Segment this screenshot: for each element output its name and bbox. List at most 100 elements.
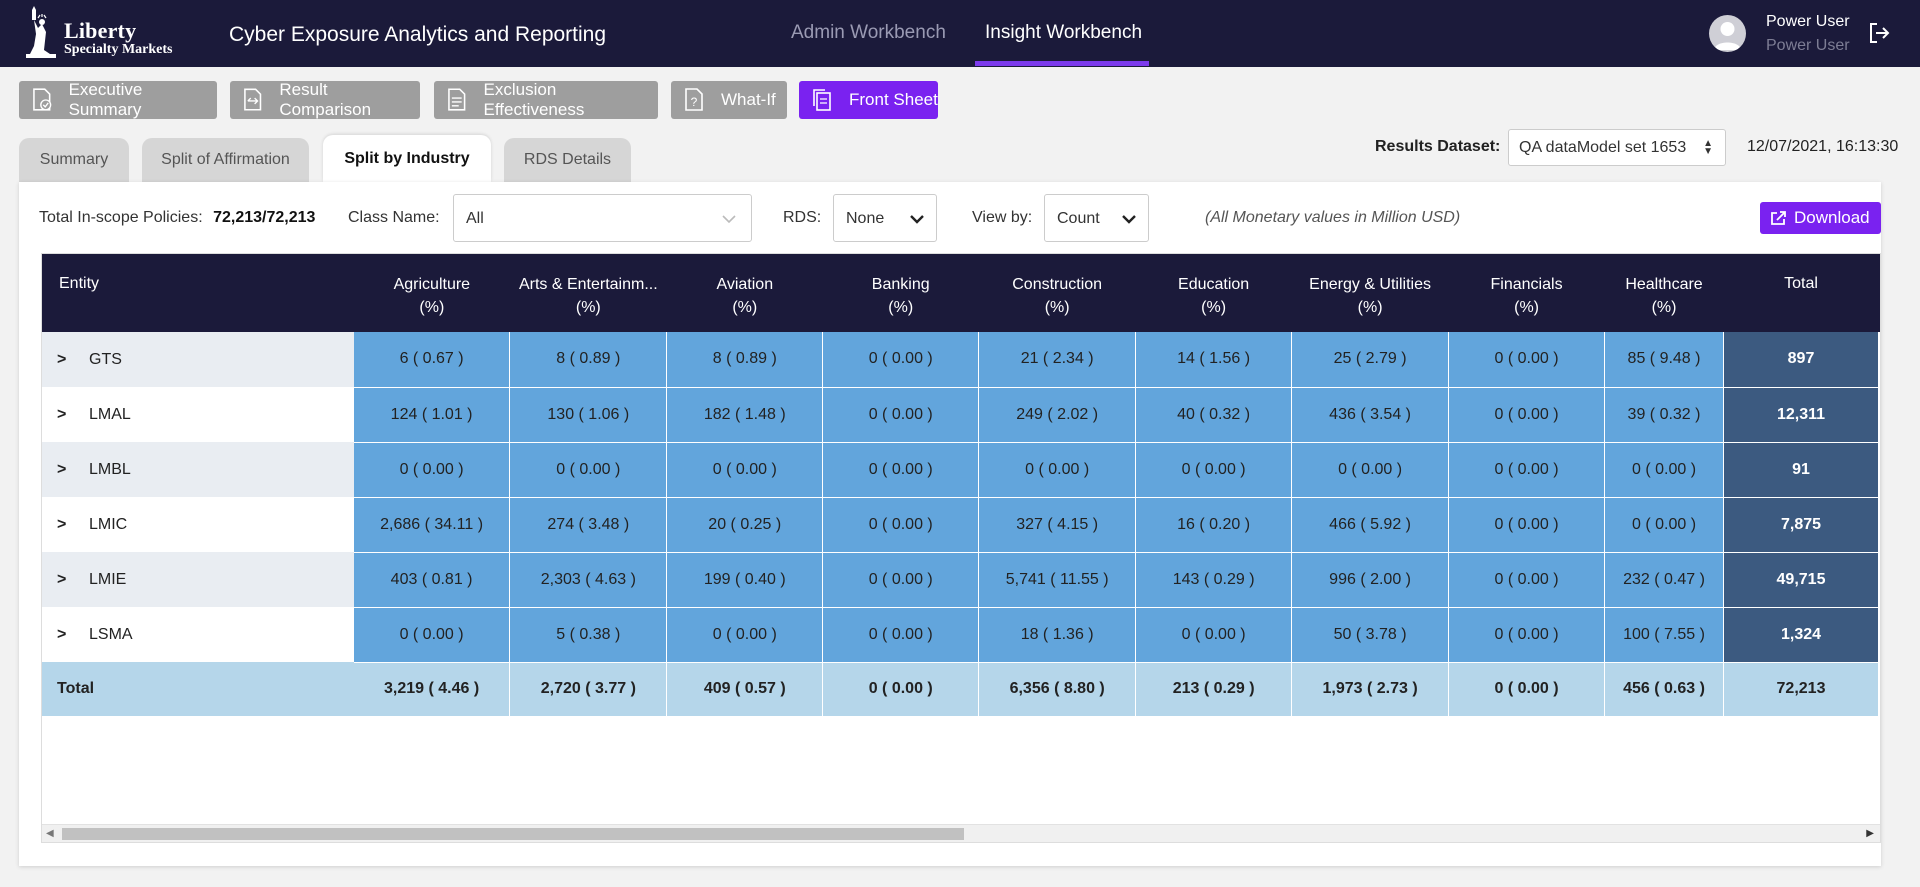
entity-cell[interactable]: > LMBL [42, 442, 354, 497]
view-by-select[interactable]: Count [1044, 194, 1149, 242]
what-if-button[interactable]: ? What-If [671, 81, 787, 119]
chevron-right-icon[interactable]: > [57, 626, 89, 644]
column-header[interactable]: Aviation (%) [666, 254, 823, 332]
logout-icon[interactable] [1868, 22, 1890, 44]
industry-value-cell[interactable]: 0 ( 0.00 ) [353, 607, 511, 663]
industry-value-cell[interactable]: 0 ( 0.00 ) [1135, 607, 1293, 663]
total-row-cell[interactable]: 0 ( 0.00 ) [822, 662, 980, 716]
column-header-total[interactable]: Total [1723, 254, 1879, 332]
result-comparison-button[interactable]: Result Comparison [230, 80, 420, 119]
row-total-cell[interactable]: 91 [1723, 442, 1879, 498]
entity-cell[interactable]: > LMIC [42, 497, 354, 552]
total-row-cell[interactable]: 0 ( 0.00 ) [1448, 662, 1606, 716]
industry-value-cell[interactable]: 2,686 ( 34.11 ) [353, 497, 511, 553]
row-total-cell[interactable]: 12,311 [1723, 387, 1879, 443]
industry-value-cell[interactable]: 0 ( 0.00 ) [666, 442, 824, 498]
column-header[interactable]: Healthcare (%) [1604, 254, 1724, 332]
industry-value-cell[interactable]: 0 ( 0.00 ) [1448, 607, 1606, 663]
industry-value-cell[interactable]: 14 ( 1.56 ) [1135, 332, 1293, 388]
entity-cell[interactable]: > LMIE [42, 552, 354, 607]
chevron-right-icon[interactable]: > [57, 406, 89, 424]
industry-value-cell[interactable]: 0 ( 0.00 ) [978, 442, 1137, 498]
total-row-cell[interactable]: 6,356 ( 8.80 ) [978, 662, 1137, 716]
industry-value-cell[interactable]: 8 ( 0.89 ) [666, 332, 824, 388]
industry-value-cell[interactable]: 232 ( 0.47 ) [1604, 552, 1724, 608]
industry-value-cell[interactable]: 249 ( 2.02 ) [978, 387, 1137, 443]
industry-value-cell[interactable]: 0 ( 0.00 ) [1448, 442, 1606, 498]
tab-rds-details[interactable]: RDS Details [504, 138, 631, 182]
industry-value-cell[interactable]: 403 ( 0.81 ) [353, 552, 511, 608]
industry-value-cell[interactable]: 39 ( 0.32 ) [1604, 387, 1724, 443]
total-row-cell[interactable]: 2,720 ( 3.77 ) [509, 662, 668, 716]
class-name-select[interactable]: All [453, 194, 752, 242]
industry-value-cell[interactable]: 6 ( 0.67 ) [353, 332, 511, 388]
row-total-cell[interactable]: 7,875 [1723, 497, 1879, 553]
industry-value-cell[interactable]: 0 ( 0.00 ) [1448, 332, 1606, 388]
industry-value-cell[interactable]: 25 ( 2.79 ) [1291, 332, 1450, 388]
industry-value-cell[interactable]: 466 ( 5.92 ) [1291, 497, 1450, 553]
industry-value-cell[interactable]: 20 ( 0.25 ) [666, 497, 824, 553]
table-row[interactable]: > GTS 6 ( 0.67 ) 8 ( 0.89 ) 8 ( 0.89 ) 0 ( 0.… [42, 332, 1880, 388]
scroll-left-arrow-icon[interactable]: ◀ [46, 828, 54, 839]
table-row[interactable]: > LMIE 403 ( 0.81 ) 2,303 ( 4.63 ) 199 ( 0.4… [42, 552, 1880, 608]
industry-value-cell[interactable]: 124 ( 1.01 ) [353, 387, 511, 443]
front-sheet-button[interactable]: Front Sheet [799, 81, 938, 119]
industry-value-cell[interactable]: 0 ( 0.00 ) [822, 387, 980, 443]
industry-value-cell[interactable]: 8 ( 0.89 ) [509, 332, 668, 388]
industry-value-cell[interactable]: 16 ( 0.20 ) [1135, 497, 1293, 553]
column-header[interactable]: Agriculture (%) [353, 254, 510, 332]
industry-value-cell[interactable]: 0 ( 0.00 ) [1604, 442, 1724, 498]
table-row[interactable]: > LMAL 124 ( 1.01 ) 130 ( 1.06 ) 182 ( 1.48 … [42, 387, 1880, 443]
total-row-cell[interactable]: 1,973 ( 2.73 ) [1291, 662, 1450, 716]
user-avatar[interactable] [1709, 15, 1746, 52]
industry-value-cell[interactable]: 50 ( 3.78 ) [1291, 607, 1450, 663]
entity-cell[interactable]: > LMAL [42, 387, 354, 442]
executive-summary-button[interactable]: Executive Summary [19, 80, 217, 119]
column-header[interactable]: Construction (%) [978, 254, 1136, 332]
row-total-cell[interactable]: 1,324 [1723, 607, 1879, 663]
liberty-logo[interactable]: Liberty Specialty Markets [20, 6, 180, 62]
industry-value-cell[interactable]: 996 ( 2.00 ) [1291, 552, 1450, 608]
entity-cell[interactable]: > LSMA [42, 607, 354, 662]
industry-value-cell[interactable]: 0 ( 0.00 ) [822, 497, 980, 553]
table-row[interactable]: > LMIC 2,686 ( 34.11 ) 274 ( 3.48 ) 20 ( 0.2… [42, 497, 1880, 553]
total-row-cell[interactable]: 213 ( 0.29 ) [1135, 662, 1293, 716]
industry-value-cell[interactable]: 5 ( 0.38 ) [509, 607, 668, 663]
industry-value-cell[interactable]: 199 ( 0.40 ) [666, 552, 824, 608]
industry-value-cell[interactable]: 0 ( 0.00 ) [1135, 442, 1293, 498]
industry-value-cell[interactable]: 0 ( 0.00 ) [1291, 442, 1450, 498]
horizontal-scrollbar[interactable]: ◀ ▶ [42, 824, 1880, 842]
industry-value-cell[interactable]: 0 ( 0.00 ) [822, 607, 980, 663]
column-header[interactable]: Energy & Utilities (%) [1291, 254, 1449, 332]
tab-split-of-affirmation[interactable]: Split of Affirmation [142, 138, 309, 182]
row-total-cell[interactable]: 897 [1723, 332, 1879, 388]
industry-value-cell[interactable]: 85 ( 9.48 ) [1604, 332, 1724, 388]
industry-value-cell[interactable]: 0 ( 0.00 ) [666, 607, 824, 663]
industry-value-cell[interactable]: 0 ( 0.00 ) [822, 442, 980, 498]
grand-total-cell[interactable]: 72,213 [1723, 662, 1879, 716]
column-header[interactable]: Education (%) [1135, 254, 1292, 332]
industry-value-cell[interactable]: 0 ( 0.00 ) [1448, 387, 1606, 443]
column-header[interactable]: Banking (%) [822, 254, 979, 332]
exclusion-effectiveness-button[interactable]: Exclusion Effectiveness [434, 80, 658, 119]
rds-select[interactable]: None [833, 194, 937, 242]
industry-value-cell[interactable]: 21 ( 2.34 ) [978, 332, 1137, 388]
industry-value-cell[interactable]: 0 ( 0.00 ) [1604, 497, 1724, 553]
industry-value-cell[interactable]: 130 ( 1.06 ) [509, 387, 668, 443]
chevron-right-icon[interactable]: > [57, 571, 89, 589]
industry-value-cell[interactable]: 143 ( 0.29 ) [1135, 552, 1293, 608]
industry-value-cell[interactable]: 274 ( 3.48 ) [509, 497, 668, 553]
table-row[interactable]: > LMBL 0 ( 0.00 ) 0 ( 0.00 ) 0 ( 0.00 ) 0 ( 0… [42, 442, 1880, 498]
industry-value-cell[interactable]: 2,303 ( 4.63 ) [509, 552, 668, 608]
industry-value-cell[interactable]: 18 ( 1.36 ) [978, 607, 1137, 663]
industry-value-cell[interactable]: 0 ( 0.00 ) [1448, 497, 1606, 553]
chevron-right-icon[interactable]: > [57, 351, 89, 369]
column-header-entity[interactable]: Entity [42, 254, 354, 332]
entity-cell[interactable]: > GTS [42, 332, 354, 387]
scrollbar-thumb[interactable] [62, 828, 964, 840]
scroll-right-arrow-icon[interactable]: ▶ [1866, 828, 1874, 839]
industry-value-cell[interactable]: 0 ( 0.00 ) [353, 442, 511, 498]
total-row-cell[interactable]: 456 ( 0.63 ) [1604, 662, 1724, 716]
tab-summary[interactable]: Summary [19, 138, 129, 182]
industry-value-cell[interactable]: 0 ( 0.00 ) [822, 332, 980, 388]
